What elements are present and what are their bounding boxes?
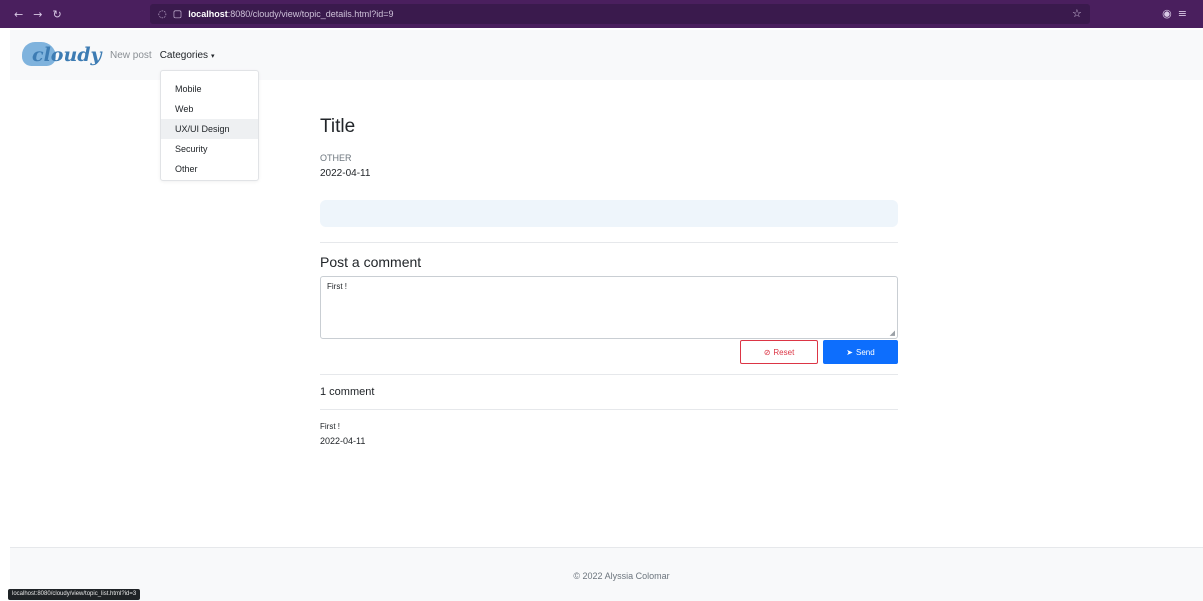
dropdown-item-web[interactable]: Web bbox=[161, 99, 258, 119]
nav-categories-label: Categories bbox=[159, 49, 209, 61]
dropdown-item-mobile[interactable]: Mobile bbox=[161, 79, 258, 99]
comment-text: First ! bbox=[320, 422, 340, 431]
status-bar-url: localhost:8080/cloudy/view/topic_list.ht… bbox=[8, 589, 141, 600]
reload-icon[interactable]: ↻ bbox=[52, 8, 61, 21]
post-comment-heading: Post a comment bbox=[320, 254, 422, 270]
reset-button[interactable]: ⊘ Reset bbox=[740, 340, 818, 364]
browser-toolbar: ← → ↻ ◌ ▢ localhost:8080/cloudy/view/top… bbox=[0, 0, 1203, 28]
url-host: localhost bbox=[188, 9, 228, 19]
paper-plane-icon: ➤ bbox=[846, 347, 853, 357]
address-bar[interactable]: ◌ ▢ localhost:8080/cloudy/view/topic_det… bbox=[150, 4, 1090, 24]
comment-date: 2022-04-11 bbox=[320, 436, 366, 446]
copyright: © 2022 Alyssia Colomar bbox=[573, 571, 670, 581]
browser-nav: ← → ↻ bbox=[0, 8, 150, 21]
divider bbox=[320, 242, 898, 243]
back-icon[interactable]: ← bbox=[14, 8, 23, 21]
topic-date: 2022-04-11 bbox=[320, 168, 371, 179]
comment-textarea-value: First ! bbox=[327, 282, 347, 291]
nav-categories[interactable]: Categories ▾ bbox=[160, 50, 215, 61]
reset-button-label: Reset bbox=[773, 347, 795, 357]
resize-handle-icon[interactable]: ◢ bbox=[890, 329, 895, 337]
dropdown-item-uxui-design[interactable]: UX/UI Design bbox=[161, 119, 258, 139]
send-button-label: Send bbox=[856, 347, 875, 357]
divider bbox=[320, 409, 898, 410]
page-icon: ▢ bbox=[172, 8, 183, 20]
star-icon[interactable]: ☆ bbox=[1072, 7, 1082, 20]
shield-icon: ◌ bbox=[158, 8, 167, 20]
categories-dropdown: Mobile Web UX/UI Design Security Other bbox=[160, 70, 259, 181]
dropdown-item-security[interactable]: Security bbox=[161, 139, 258, 159]
url-path: :8080/cloudy/view/topic_details.html?id=… bbox=[227, 9, 394, 19]
extensions-icon[interactable]: ◉≡ bbox=[1162, 7, 1193, 20]
topic-content-box bbox=[320, 200, 898, 227]
logo-text: cloudy bbox=[32, 44, 102, 66]
dropdown-item-other[interactable]: Other bbox=[161, 159, 258, 179]
topic-category: OTHER bbox=[320, 153, 352, 163]
page-title: Title bbox=[320, 116, 356, 137]
reset-icon: ⊘ bbox=[763, 347, 771, 357]
send-button[interactable]: ➤ Send bbox=[823, 340, 898, 364]
footer: © 2022 Alyssia Colomar bbox=[10, 548, 1203, 601]
comment-count: 1 comment bbox=[320, 386, 375, 398]
nav-new-post[interactable]: New post bbox=[110, 50, 152, 61]
divider bbox=[320, 374, 898, 375]
logo[interactable]: cloudy bbox=[22, 38, 102, 72]
forward-icon[interactable]: → bbox=[33, 8, 42, 21]
comment-textarea[interactable]: First ! ◢ bbox=[320, 276, 898, 339]
caret-down-icon: ▾ bbox=[211, 52, 215, 60]
